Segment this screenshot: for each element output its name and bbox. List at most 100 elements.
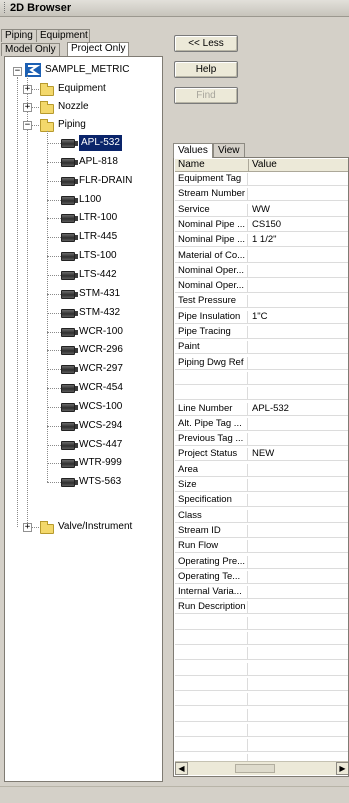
tree-root-label[interactable]: SAMPLE_METRIC — [45, 62, 129, 78]
project-tree[interactable]: − SAMPLE_METRIC + Equipment + Nozzle − Piping + V… — [4, 56, 163, 782]
tree-item-stm-432[interactable]: STM-432 — [79, 305, 120, 321]
grip-icon[interactable] — [4, 2, 7, 13]
tree-item-wts-563[interactable]: WTS-563 — [79, 474, 121, 490]
table-row[interactable]: Piping Dwg Ref — [175, 356, 348, 370]
tab-piping[interactable]: Piping — [1, 29, 37, 42]
tree-group-equipment[interactable]: Equipment — [58, 81, 106, 97]
property-value[interactable] — [249, 173, 348, 186]
tree-item-wcr-297[interactable]: WCR-297 — [79, 361, 123, 377]
property-value[interactable] — [249, 601, 348, 614]
tree-group-nozzle[interactable]: Nozzle — [58, 99, 89, 115]
property-value[interactable] — [249, 341, 348, 354]
property-value[interactable] — [249, 280, 348, 293]
property-value[interactable] — [249, 357, 348, 370]
table-row[interactable]: Stream Number — [175, 188, 348, 202]
tree-item-wcs-294[interactable]: WCS-294 — [79, 418, 122, 434]
property-value[interactable] — [249, 326, 348, 339]
tab-model-only[interactable]: Model Only — [1, 43, 60, 56]
scroll-right-icon[interactable]: ▶ — [336, 762, 348, 775]
property-value[interactable] — [249, 556, 348, 569]
tree-item-ltr-445[interactable]: LTR-445 — [79, 229, 117, 245]
property-value[interactable] — [249, 265, 348, 278]
property-value[interactable] — [249, 372, 348, 385]
property-value[interactable] — [249, 525, 348, 538]
tree-item-apl-532[interactable]: APL-532 — [79, 135, 122, 151]
table-row[interactable]: Nominal Oper... — [175, 280, 348, 294]
tree-item-wcs-447[interactable]: WCS-447 — [79, 437, 122, 453]
tab-project-only[interactable]: Project Only — [67, 42, 130, 56]
property-value[interactable] — [249, 188, 348, 201]
property-value[interactable] — [249, 479, 348, 492]
property-value[interactable]: APL-532 — [249, 403, 348, 416]
tree-item-ltr-100[interactable]: LTR-100 — [79, 210, 117, 226]
table-row[interactable]: Test Pressure — [175, 295, 348, 309]
table-row[interactable]: Run Description — [175, 601, 348, 615]
table-row[interactable] — [175, 387, 348, 401]
tree-item-stm-431[interactable]: STM-431 — [79, 286, 120, 302]
tab-values[interactable]: Values — [173, 143, 213, 158]
tree-item-wcr-100[interactable]: WCR-100 — [79, 324, 123, 340]
tree-group-piping[interactable]: Piping — [58, 117, 86, 133]
tab-view[interactable]: View — [213, 143, 245, 157]
table-row[interactable]: Size — [175, 479, 348, 492]
table-row[interactable]: Material of Co... — [175, 249, 348, 263]
table-row[interactable]: Stream ID — [175, 524, 348, 538]
table-row[interactable]: Pipe Insulation 1"C — [175, 310, 348, 324]
table-row[interactable]: Run Flow — [175, 540, 348, 554]
property-value[interactable] — [249, 464, 348, 477]
table-row[interactable]: Nominal Oper... — [175, 264, 348, 278]
collapse-root-icon[interactable]: − — [13, 67, 22, 76]
expand-icon[interactable]: + — [23, 85, 32, 94]
table-row[interactable]: Pipe Tracing — [175, 326, 348, 339]
property-value[interactable]: 1"C — [249, 311, 348, 324]
expand-icon[interactable]: + — [23, 103, 32, 112]
property-grid[interactable]: Name Value Equipment Tag Stream Number Ser… — [173, 157, 349, 777]
table-row[interactable]: Specification — [175, 494, 348, 508]
table-row[interactable]: Class — [175, 509, 348, 523]
table-row[interactable]: Area — [175, 463, 348, 477]
table-row[interactable]: Internal Varia... — [175, 586, 348, 600]
property-value[interactable] — [249, 295, 348, 308]
tree-item-wcr-454[interactable]: WCR-454 — [79, 380, 123, 396]
column-header-name[interactable]: Name — [175, 159, 249, 172]
tree-item-l100[interactable]: L100 — [79, 192, 101, 208]
table-row[interactable]: Paint — [175, 341, 348, 355]
property-value[interactable] — [249, 387, 348, 400]
table-row[interactable]: Line Number APL-532 — [175, 402, 348, 416]
property-value[interactable] — [249, 510, 348, 523]
collapse-icon[interactable]: − — [23, 121, 32, 130]
table-row[interactable]: Project Status NEW — [175, 448, 348, 462]
property-value[interactable] — [249, 540, 348, 553]
table-row[interactable]: Operating Te... — [175, 570, 348, 584]
property-value[interactable]: WW — [249, 204, 348, 217]
horizontal-scrollbar[interactable]: ◀ ▶ — [175, 761, 348, 775]
tree-item-wcs-100[interactable]: WCS-100 — [79, 399, 122, 415]
table-row[interactable] — [175, 371, 348, 385]
tree-item-wtr-999[interactable]: WTR-999 — [79, 455, 122, 471]
tree-item-flr-drain[interactable]: FLR-DRAIN — [79, 173, 132, 189]
property-value[interactable] — [249, 250, 348, 263]
property-value[interactable]: 1 1/2" — [249, 234, 348, 247]
table-row[interactable]: Previous Tag ... — [175, 433, 348, 447]
tree-group-valve-instrument[interactable]: Valve/Instrument — [58, 519, 132, 535]
expand-icon[interactable]: + — [23, 523, 32, 532]
property-value[interactable] — [249, 586, 348, 599]
property-value[interactable]: NEW — [249, 448, 348, 461]
column-header-value[interactable]: Value — [249, 159, 348, 172]
tree-item-apl-818[interactable]: APL-818 — [79, 154, 118, 170]
table-row[interactable]: Alt. Pipe Tag ... — [175, 417, 348, 431]
help-button[interactable]: Help — [174, 61, 238, 78]
tree-item-lts-100[interactable]: LTS-100 — [79, 248, 117, 264]
property-value[interactable] — [249, 418, 348, 431]
property-value[interactable] — [249, 494, 348, 507]
table-row[interactable]: Nominal Pipe ... 1 1/2" — [175, 234, 348, 248]
tab-equipment[interactable]: Equipment — [36, 29, 90, 42]
table-row[interactable]: Equipment Tag — [175, 173, 348, 186]
property-value[interactable] — [249, 571, 348, 584]
tree-item-lts-442[interactable]: LTS-442 — [79, 267, 117, 283]
table-row[interactable]: Nominal Pipe ... CS150 — [175, 218, 348, 232]
scroll-left-icon[interactable]: ◀ — [175, 762, 188, 775]
property-value[interactable] — [249, 433, 348, 446]
property-value[interactable]: CS150 — [249, 219, 348, 232]
tree-item-wcr-296[interactable]: WCR-296 — [79, 342, 123, 358]
